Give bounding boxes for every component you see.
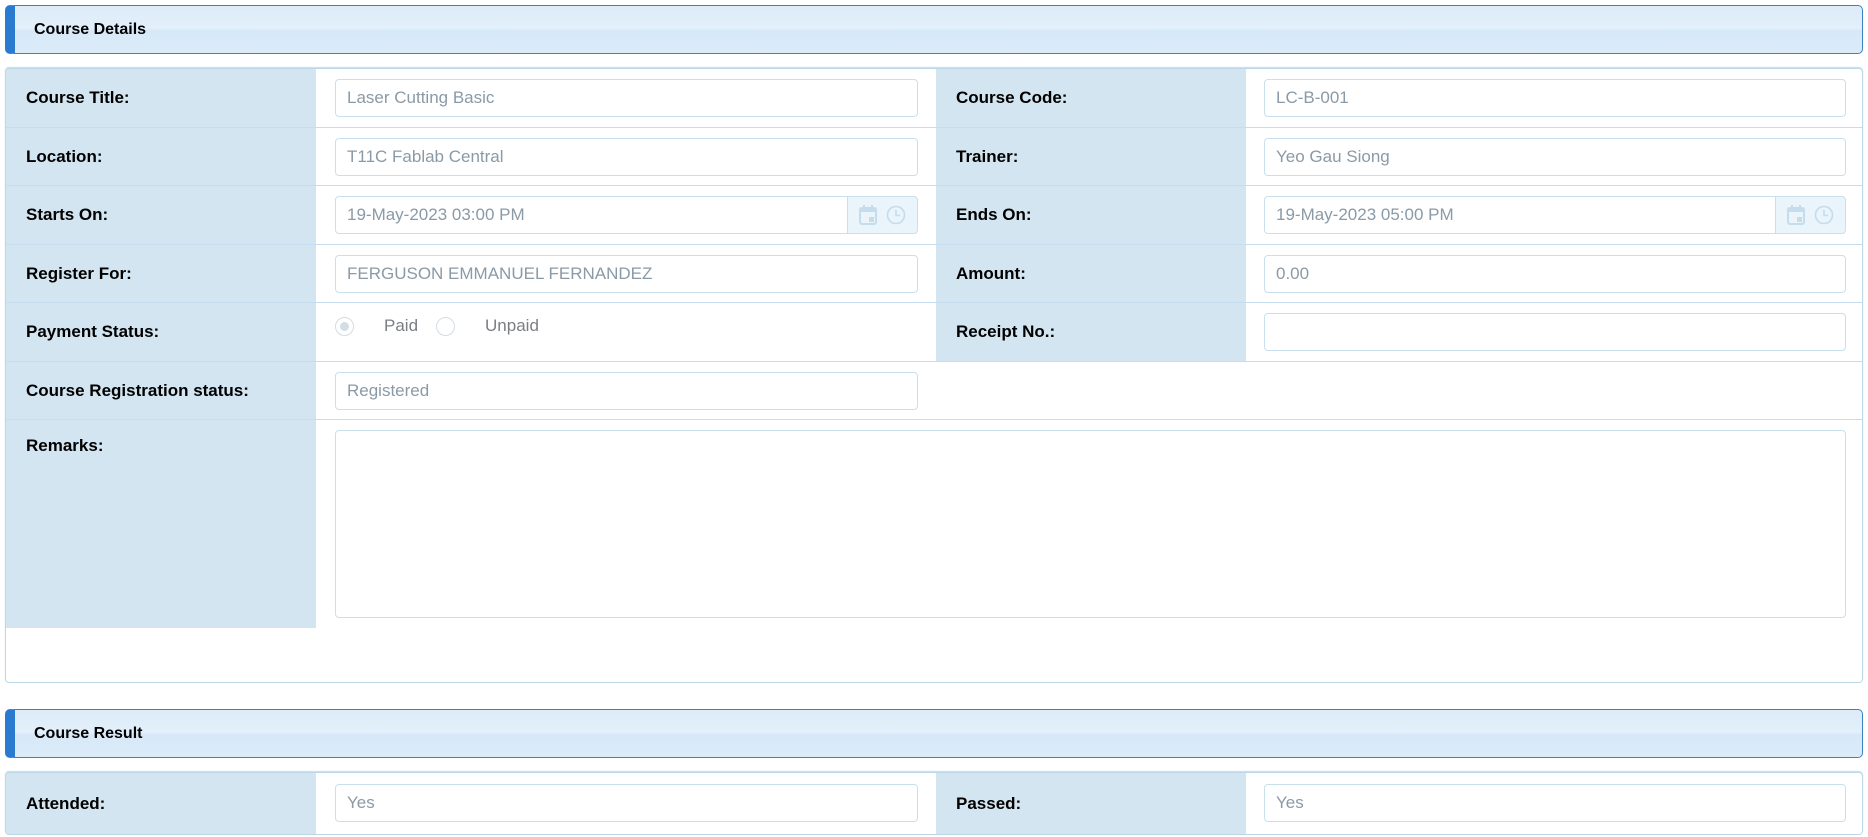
ends-on-label: Ends On:: [936, 186, 1246, 244]
remarks-textarea[interactable]: [335, 430, 1846, 618]
amount-label: Amount:: [936, 245, 1246, 302]
course-details-panel: Course Title: Laser Cutting Basic Course…: [5, 68, 1863, 683]
registration-status-field[interactable]: Registered: [335, 372, 918, 410]
ends-on-picker[interactable]: [1775, 197, 1845, 233]
row-register-for: Register For: FERGUSON EMMANUEL FERNANDE…: [6, 245, 1862, 303]
course-details-header: Course Details: [5, 5, 1863, 54]
calendar-icon[interactable]: [1786, 205, 1805, 225]
trainer-label: Trainer:: [936, 128, 1246, 185]
location-label: Location:: [6, 128, 316, 185]
starts-on-value: 19-May-2023 03:00 PM: [347, 205, 525, 224]
paid-radio[interactable]: [335, 316, 354, 336]
amount-field[interactable]: 0.00: [1264, 255, 1846, 293]
course-code-label: Course Code:: [936, 69, 1246, 127]
ends-on-value: 19-May-2023 05:00 PM: [1276, 205, 1454, 224]
course-result-title: Course Result: [34, 725, 143, 742]
trainer-field[interactable]: Yeo Gau Siong: [1264, 138, 1846, 176]
row-dates: Starts On: 19-May-2023 03:00 PM Ends On:…: [6, 186, 1862, 245]
starts-on-label: Starts On:: [6, 186, 316, 244]
paid-radio-label[interactable]: Paid: [384, 316, 418, 336]
registration-status-label: Course Registration status:: [6, 362, 316, 419]
register-for-label: Register For:: [6, 245, 316, 302]
clock-icon[interactable]: [1814, 205, 1834, 225]
attended-label: Attended:: [6, 773, 316, 834]
row-payment: Payment Status: Paid Unpaid Receipt No.:: [6, 303, 1862, 362]
register-for-field[interactable]: FERGUSON EMMANUEL FERNANDEZ: [335, 255, 918, 293]
unpaid-radio[interactable]: [436, 316, 456, 336]
passed-label: Passed:: [936, 773, 1246, 834]
passed-field[interactable]: Yes: [1264, 784, 1846, 822]
row-course-title: Course Title: Laser Cutting Basic Course…: [6, 69, 1862, 128]
receipt-no-field[interactable]: [1264, 313, 1846, 351]
course-result-panel: Attended: Yes Passed: Yes: [5, 772, 1863, 835]
course-details-title: Course Details: [34, 21, 147, 38]
payment-status-label: Payment Status:: [6, 303, 316, 361]
remarks-label: Remarks:: [6, 420, 316, 628]
starts-on-picker[interactable]: [847, 197, 917, 233]
attended-field[interactable]: Yes: [335, 784, 918, 822]
course-code-field[interactable]: LC-B-001: [1264, 79, 1846, 117]
calendar-icon[interactable]: [858, 205, 877, 225]
location-field[interactable]: T11C Fablab Central: [335, 138, 918, 176]
row-registration-status: Course Registration status: Registered: [6, 362, 1862, 420]
clock-icon[interactable]: [886, 205, 906, 225]
row-remarks: Remarks:: [6, 420, 1862, 628]
course-result-header: Course Result: [5, 709, 1863, 758]
payment-status-radio-group: Paid Unpaid: [335, 316, 539, 336]
row-result: Attended: Yes Passed: Yes: [6, 773, 1862, 834]
ends-on-field[interactable]: 19-May-2023 05:00 PM: [1264, 196, 1846, 234]
unpaid-radio-label[interactable]: Unpaid: [485, 316, 539, 336]
starts-on-field[interactable]: 19-May-2023 03:00 PM: [335, 196, 918, 234]
receipt-no-label: Receipt No.:: [936, 303, 1246, 361]
row-location: Location: T11C Fablab Central Trainer: Y…: [6, 128, 1862, 186]
course-title-label: Course Title:: [6, 69, 316, 127]
course-title-field[interactable]: Laser Cutting Basic: [335, 79, 918, 117]
